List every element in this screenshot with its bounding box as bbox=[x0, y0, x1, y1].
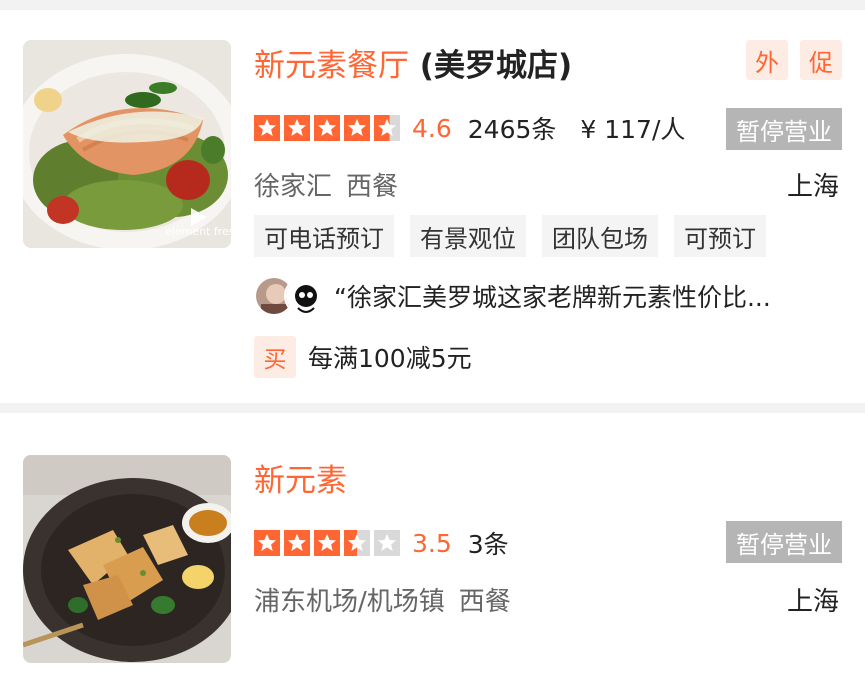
restaurant-photo[interactable]: element fres bbox=[23, 40, 231, 248]
star-rating bbox=[254, 530, 404, 556]
area-label: 徐家汇 bbox=[254, 172, 333, 202]
status-badge: 暂停营业 bbox=[726, 108, 842, 150]
location-row: 徐家汇 西餐 bbox=[254, 166, 398, 203]
star-rating bbox=[254, 115, 404, 141]
rating-score: 4.6 bbox=[412, 113, 452, 143]
star-icon bbox=[314, 530, 340, 556]
status-badge: 暂停营业 bbox=[726, 521, 842, 563]
rating-row: 4.6 2465条 ¥ 117/人 bbox=[254, 108, 685, 148]
city-label: 上海 bbox=[786, 172, 839, 202]
cuisine-label: 西餐 bbox=[458, 587, 511, 617]
city-label: 上海 bbox=[786, 587, 839, 617]
restaurant-name[interactable]: 新元素餐厅 (美罗城店) bbox=[254, 40, 572, 85]
deal-badge: 买 bbox=[254, 336, 296, 378]
photo-watermark: element fres bbox=[165, 225, 231, 238]
rating-score: 3.5 bbox=[412, 528, 452, 558]
star-icon bbox=[254, 530, 280, 556]
restaurant-card[interactable]: 新元素 3.5 3条 暂停营业 浦东机场/机场镇 西餐 上海 bbox=[0, 413, 865, 689]
avatar bbox=[284, 276, 324, 316]
restaurant-branch-name: (美罗城店) bbox=[409, 48, 573, 84]
feature-tag: 可电话预订 bbox=[254, 215, 394, 257]
star-icon bbox=[284, 115, 310, 141]
star-icon bbox=[374, 530, 400, 556]
feature-tag: 有景观位 bbox=[410, 215, 526, 257]
restaurant-card[interactable]: element fres 新元素餐厅 (美罗城店) 外 促 4.6 2465条 … bbox=[0, 10, 865, 403]
average-price: ¥ 117/人 bbox=[580, 115, 686, 144]
restaurant-photo[interactable] bbox=[23, 455, 231, 663]
promotion-tag: 促 bbox=[800, 40, 842, 80]
deal-text: 每满100减5元 bbox=[308, 344, 472, 373]
star-icon bbox=[284, 530, 310, 556]
deal-row[interactable]: 买 每满100减5元 bbox=[254, 336, 472, 378]
review-snippet[interactable]: “徐家汇美罗城这家老牌新元素性价比... bbox=[254, 274, 854, 318]
area-label: 浦东机场/机场镇 bbox=[254, 587, 445, 617]
top-divider bbox=[0, 0, 865, 10]
restaurant-name[interactable]: 新元素 bbox=[254, 455, 347, 500]
review-count[interactable]: 2465条 bbox=[468, 110, 557, 146]
review-count[interactable]: 3条 bbox=[468, 525, 509, 561]
takeout-tag: 外 bbox=[746, 40, 788, 80]
cuisine-label: 西餐 bbox=[346, 172, 399, 202]
feature-tags: 可电话预订 有景观位 团队包场 可预订 bbox=[254, 215, 782, 257]
star-icon bbox=[344, 530, 370, 556]
location-row: 浦东机场/机场镇 西餐 bbox=[254, 581, 511, 618]
star-icon bbox=[254, 115, 280, 141]
star-icon bbox=[314, 115, 340, 141]
restaurant-brand-name: 新元素餐厅 bbox=[254, 48, 409, 84]
rating-row: 3.5 3条 bbox=[254, 523, 509, 563]
feature-tag: 团队包场 bbox=[542, 215, 658, 257]
restaurant-brand-name: 新元素 bbox=[254, 463, 347, 499]
star-icon bbox=[374, 115, 400, 141]
star-icon bbox=[344, 115, 370, 141]
feature-tag: 可预订 bbox=[674, 215, 766, 257]
card-divider bbox=[0, 403, 865, 413]
review-quote: “徐家汇美罗城这家老牌新元素性价比... bbox=[334, 283, 771, 312]
